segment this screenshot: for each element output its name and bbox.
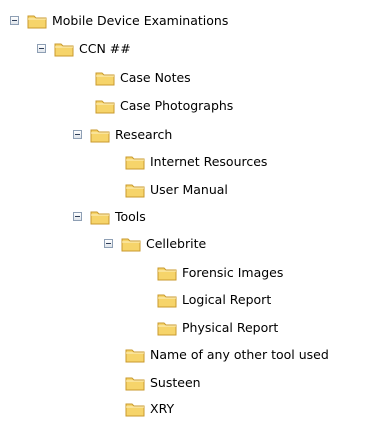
folder-icon bbox=[125, 403, 145, 416]
tree-item-internet-resources[interactable]: Internet Resources bbox=[125, 151, 267, 172]
folder-icon bbox=[125, 349, 145, 362]
collapse-toggle-icon[interactable] bbox=[104, 239, 113, 248]
tree-item-research[interactable]: Research bbox=[73, 124, 172, 145]
tree-item-label: Research bbox=[115, 126, 173, 142]
tree-item-physical-report[interactable]: Physical Report bbox=[157, 317, 278, 338]
folder-icon bbox=[27, 15, 47, 28]
tree-item-label: Logical Report bbox=[182, 291, 272, 307]
folder-icon bbox=[54, 43, 74, 56]
tree-item-case-photographs[interactable]: Case Photographs bbox=[95, 95, 233, 116]
tree-item-logical-report[interactable]: Logical Report bbox=[157, 289, 271, 310]
tree-item-label: Physical Report bbox=[182, 319, 279, 335]
collapse-toggle-icon[interactable] bbox=[10, 16, 19, 25]
tree-item-label: Susteen bbox=[150, 374, 201, 390]
collapse-toggle-icon[interactable] bbox=[37, 44, 46, 53]
tree-item-label: Case Photographs bbox=[120, 97, 234, 113]
tree-item-label: Case Notes bbox=[120, 69, 191, 85]
tree-item-label: User Manual bbox=[150, 181, 228, 197]
tree-item-case-notes[interactable]: Case Notes bbox=[95, 67, 191, 88]
tree-item-label: Cellebrite bbox=[146, 235, 207, 251]
tree-item-label: Forensic Images bbox=[182, 264, 284, 280]
folder-icon bbox=[157, 294, 177, 307]
tree-item-label: Mobile Device Examinations bbox=[52, 12, 229, 28]
collapse-toggle-icon[interactable] bbox=[73, 130, 82, 139]
tree-item-tools[interactable]: Tools bbox=[73, 206, 146, 227]
tree-item-ccn[interactable]: CCN ## bbox=[37, 38, 131, 59]
tree-item-label: Tools bbox=[115, 208, 146, 224]
tree-item-user-manual[interactable]: User Manual bbox=[125, 179, 228, 200]
folder-icon bbox=[121, 238, 141, 251]
folder-tree: Mobile Device Examinations CCN ## Case N… bbox=[0, 0, 387, 421]
folder-icon bbox=[95, 100, 115, 113]
folder-icon bbox=[125, 156, 145, 169]
collapse-toggle-icon[interactable] bbox=[73, 212, 82, 221]
folder-icon bbox=[95, 72, 115, 85]
folder-icon bbox=[90, 129, 110, 142]
tree-item-label: XRY bbox=[150, 400, 175, 416]
tree-item-mobile-device-examinations[interactable]: Mobile Device Examinations bbox=[10, 10, 228, 31]
folder-icon bbox=[125, 377, 145, 390]
tree-item-label: Internet Resources bbox=[150, 153, 268, 169]
tree-item-forensic-images[interactable]: Forensic Images bbox=[157, 262, 283, 283]
folder-icon bbox=[157, 322, 177, 335]
folder-icon bbox=[157, 267, 177, 280]
tree-item-name-of-any-other-tool-used[interactable]: Name of any other tool used bbox=[125, 344, 329, 365]
tree-item-susteen[interactable]: Susteen bbox=[125, 372, 201, 393]
folder-icon bbox=[90, 211, 110, 224]
tree-item-label: Name of any other tool used bbox=[150, 346, 329, 362]
tree-item-cellebrite[interactable]: Cellebrite bbox=[104, 233, 206, 254]
folder-icon bbox=[125, 184, 145, 197]
tree-item-label: CCN ## bbox=[79, 40, 131, 56]
tree-item-xry[interactable]: XRY bbox=[125, 398, 174, 419]
